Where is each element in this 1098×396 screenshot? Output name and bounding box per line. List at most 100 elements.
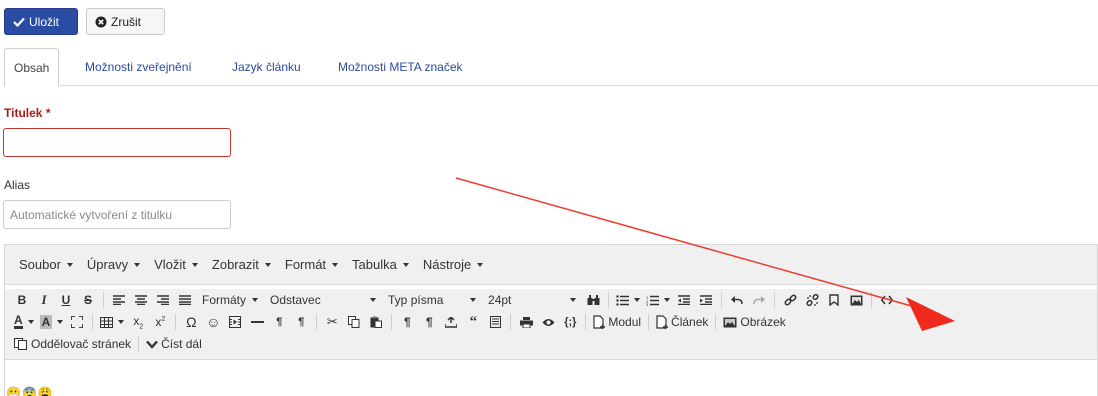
caret-down-icon [664, 298, 671, 302]
align-center-icon[interactable] [130, 289, 152, 311]
menu-label: Nástroje [422, 257, 472, 272]
tab-meta-options[interactable]: Možnosti META značek [338, 48, 463, 86]
redo-icon[interactable] [748, 289, 770, 311]
print-icon[interactable] [515, 311, 537, 333]
ltr-icon[interactable]: ¶ [268, 311, 290, 333]
toolbar-separator [774, 292, 776, 308]
horizontal-rule-icon[interactable] [246, 311, 268, 333]
toolbar-separator [608, 292, 610, 308]
caret-down-icon [252, 298, 259, 302]
menu-table[interactable]: Tabulka [345, 257, 416, 272]
image-button-label: Obrázek [740, 315, 786, 329]
tab-label: Jazyk článku [232, 60, 301, 74]
menu-view[interactable]: Zobrazit [205, 257, 278, 272]
insert-anchor-icon[interactable] [440, 311, 462, 333]
special-character-icon[interactable]: Ω [180, 311, 202, 333]
cut-icon[interactable]: ✂ [321, 311, 343, 333]
show-blocks-icon[interactable]: ¶ [418, 311, 440, 333]
undo-icon[interactable] [726, 289, 748, 311]
caret-down-icon [570, 298, 577, 302]
align-left-icon[interactable] [108, 289, 130, 311]
tab-label: Možnosti META značek [338, 60, 463, 74]
image-button[interactable]: Obrázek [720, 311, 788, 333]
cancel-circle-icon [95, 16, 107, 27]
indent-icon[interactable] [695, 289, 717, 311]
outdent-icon[interactable] [673, 289, 695, 311]
align-justify-icon[interactable] [174, 289, 196, 311]
menu-insert[interactable]: Vložit [147, 257, 205, 272]
underline-icon[interactable]: U [55, 289, 77, 311]
caret-down-icon [332, 262, 339, 267]
paste-icon[interactable] [365, 311, 387, 333]
bold-icon[interactable]: B [11, 289, 33, 311]
font-size-dropdown[interactable]: 24pt [482, 289, 582, 311]
menu-format[interactable]: Formát [278, 257, 345, 272]
strikethrough-icon[interactable]: S [77, 289, 99, 311]
table-icon[interactable] [97, 311, 127, 333]
tab-article-language[interactable]: Jazyk článku [232, 48, 301, 86]
picture-icon [723, 317, 737, 327]
copy-icon[interactable] [343, 311, 365, 333]
article-button-label: Článek [671, 315, 709, 329]
chevron-down-icon [146, 340, 158, 349]
find-replace-icon[interactable] [582, 289, 604, 311]
italic-icon[interactable]: I [33, 289, 55, 311]
page-break-icon [14, 338, 27, 350]
menu-tools[interactable]: Nástroje [416, 257, 490, 272]
cancel-button[interactable]: Zrušit [86, 8, 165, 35]
tab-publishing-options[interactable]: Možnosti zveřejnění [85, 48, 192, 86]
code-view-icon[interactable] [876, 289, 898, 311]
superscript-icon[interactable]: x2 [149, 311, 171, 333]
menu-file[interactable]: Soubor [12, 257, 80, 272]
rich-text-editor: Soubor Úpravy Vložit Zobrazit Formát Tab… [4, 244, 1098, 396]
font-family-dropdown[interactable]: Typ písma [382, 289, 482, 311]
tab-obsah[interactable]: Obsah [4, 48, 60, 87]
readmore-button[interactable]: Číst dál [143, 333, 205, 355]
article-button[interactable]: Článek [653, 311, 711, 333]
insert-image-icon[interactable] [845, 289, 867, 311]
paragraph-mark-icon[interactable]: ¶ [396, 311, 418, 333]
cancel-button-label: Zrušit [111, 14, 141, 29]
rtl-icon[interactable]: ¶ [290, 311, 312, 333]
bookmark-icon[interactable] [823, 289, 845, 311]
caret-down-icon [57, 320, 64, 324]
check-icon [13, 17, 25, 27]
unlink-icon[interactable] [801, 289, 823, 311]
alias-input[interactable] [3, 200, 231, 229]
bullet-list-icon[interactable] [613, 289, 643, 311]
align-right-icon[interactable] [152, 289, 174, 311]
menu-edit[interactable]: Úpravy [80, 257, 147, 272]
paragraph-dropdown[interactable]: Odstavec [264, 289, 382, 311]
editor-content-emoji: 😬😨😩 [6, 386, 54, 396]
toolbar-separator [316, 314, 318, 330]
menu-label: Zobrazit [211, 257, 259, 272]
caret-down-icon [66, 262, 73, 267]
font-size-label: 24pt [488, 293, 512, 307]
toolbar-separator [103, 292, 104, 308]
menu-label: Úpravy [86, 257, 129, 272]
template-icon[interactable] [484, 311, 506, 333]
code-sample-icon[interactable]: {;} [559, 311, 581, 333]
numbered-list-icon[interactable]: 123 [643, 289, 673, 311]
subscript-icon[interactable]: x2 [127, 311, 149, 333]
fullscreen-icon[interactable] [66, 311, 88, 333]
save-button[interactable]: Uložit [4, 8, 78, 35]
caret-down-icon [477, 262, 484, 267]
text-color-icon[interactable]: A [11, 311, 37, 333]
emoticons-icon[interactable]: ☺ [202, 311, 224, 333]
link-icon[interactable] [779, 289, 801, 311]
preview-icon[interactable] [537, 311, 559, 333]
blockquote-icon[interactable]: “ [462, 311, 484, 333]
paragraph-dropdown-label: Odstavec [270, 293, 321, 307]
title-input[interactable] [3, 128, 231, 157]
media-icon[interactable] [224, 311, 246, 333]
title-label: Titulek * [4, 106, 50, 120]
module-button[interactable]: Modul [590, 311, 644, 333]
toolbar-separator [175, 314, 177, 330]
background-color-icon[interactable]: A [37, 311, 67, 333]
editor-menubar: Soubor Úpravy Vložit Zobrazit Formát Tab… [5, 245, 1097, 285]
file-add-icon [656, 315, 669, 329]
toolbar-separator [585, 314, 587, 330]
formats-dropdown[interactable]: Formáty [196, 289, 264, 311]
pagebreak-button[interactable]: Oddělovač stránek [11, 333, 134, 355]
